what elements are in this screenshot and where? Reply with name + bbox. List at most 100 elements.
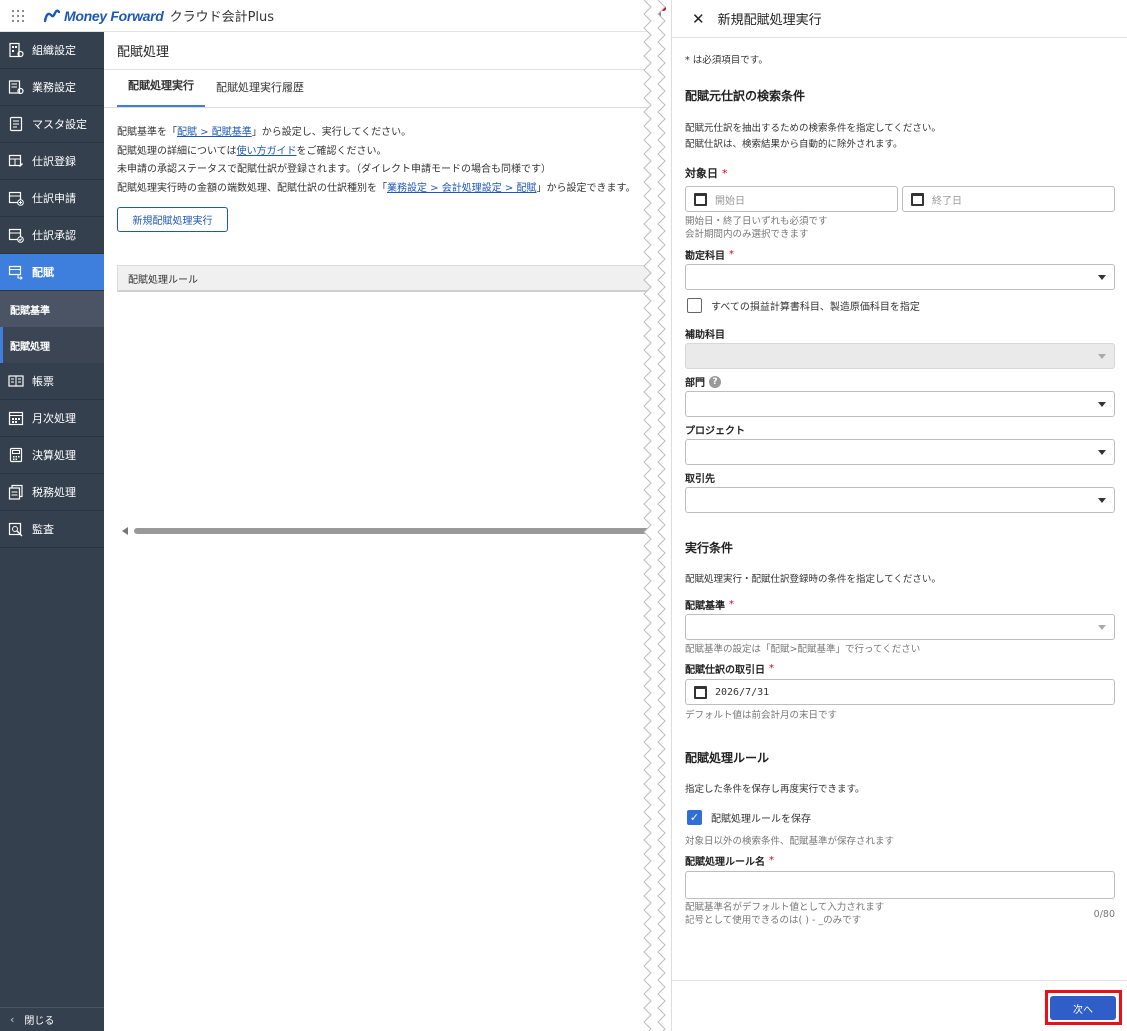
report-icon — [8, 373, 24, 389]
scrollbar-thumb[interactable] — [134, 528, 656, 534]
rule-name-hint-2: 記号として使用できるのは( ) - _のみです — [685, 915, 862, 926]
sidebar-item-label: 仕訳申請 — [32, 192, 76, 205]
end-date-input[interactable]: 終了日 — [902, 186, 1115, 212]
start-date-input[interactable]: 開始日 — [685, 186, 898, 212]
basis-select[interactable] — [685, 614, 1115, 640]
basis-label: 配賦基準 * — [685, 597, 734, 612]
sidebar-subitem-allocation-basis[interactable]: 配賦基準 — [0, 291, 104, 327]
allocation-basis-link[interactable]: 配賦 > 配賦基準 — [177, 127, 252, 138]
close-icon[interactable]: ✕ — [692, 10, 705, 28]
sidebar-item-audit[interactable]: 監査 — [0, 511, 104, 548]
sidebar-item-report[interactable]: 帳票 — [0, 363, 104, 400]
new-allocation-button[interactable]: 新規配賦処理実行 — [117, 207, 228, 232]
required-note: * は必須項目です。 — [685, 55, 768, 66]
sidebar-item-business-settings[interactable]: 業務設定 — [0, 69, 104, 106]
save-rule-hint: 対象日以外の検索条件、配賦基準が保存されます — [685, 836, 895, 847]
chevron-down-icon — [1098, 625, 1106, 630]
label-text: 対象日 — [685, 167, 718, 180]
date-hint-1: 開始日・終了日いずれも必須です — [685, 216, 828, 227]
journal-request-icon — [8, 190, 24, 206]
desc-text: をご確認ください。 — [296, 145, 387, 157]
money-forward-logo-icon — [44, 9, 60, 22]
sidebar-item-label: 配賦 — [32, 266, 54, 279]
app-logo[interactable]: Money Forward クラウド会計Plus — [44, 6, 274, 25]
page-title: 配賦処理 — [104, 32, 656, 70]
app-switcher-icon[interactable] — [12, 9, 24, 22]
sidebar-subitem-label: 配賦処理 — [10, 341, 50, 353]
next-button[interactable]: 次へ — [1050, 996, 1116, 1020]
sidebar-item-label: 帳票 — [32, 375, 54, 388]
sub-account-label: 補助科目 — [685, 330, 725, 341]
sidebar-close-button[interactable]: ‹ 閉じる — [0, 1007, 104, 1031]
chevron-down-icon — [1098, 275, 1106, 280]
txn-date-label: 配賦仕訳の取引日 * — [685, 661, 774, 676]
panel-footer: 次へ — [672, 980, 1127, 1031]
tear-separator — [643, 0, 666, 1031]
description: 配賦基準を「配賦 > 配賦基準」から設定し、実行してください。 配賦処理の詳細に… — [104, 108, 656, 198]
label-text: 配賦仕訳の取引日 — [685, 665, 765, 676]
required-mark: * — [722, 166, 728, 180]
project-label: プロジェクト — [685, 426, 745, 437]
sidebar-item-allocation[interactable]: 配賦 — [0, 254, 104, 291]
sidebar-item-closing[interactable]: 決算処理 — [0, 437, 104, 474]
department-label: 部門? — [685, 374, 721, 389]
required-mark: * — [769, 855, 774, 866]
master-settings-icon — [8, 116, 24, 132]
tab-allocation-history[interactable]: 配賦処理実行履歴 — [205, 79, 315, 107]
horizontal-scrollbar[interactable] — [122, 527, 656, 535]
department-select[interactable] — [685, 391, 1115, 417]
rule-desc: 指定した条件を保存し再度実行できます。 — [685, 784, 865, 795]
sidebar-item-label: 税務処理 — [32, 486, 76, 499]
sidebar-item-label: 組織設定 — [32, 44, 76, 57]
txn-date-value: 2026/7/31 — [715, 686, 770, 698]
label-text: 配賦基準 — [685, 601, 725, 612]
logo-product: クラウド会計Plus — [169, 10, 275, 25]
sidebar-item-label: 業務設定 — [32, 81, 76, 94]
top-bar: Money Forward クラウド会計Plus — [0, 0, 660, 32]
new-allocation-panel: ✕ 新規配賦処理実行 * は必須項目です。 配賦元仕訳の検索条件 配賦元仕訳を抽… — [671, 0, 1127, 1031]
sidebar-item-master-settings[interactable]: マスタ設定 — [0, 106, 104, 143]
rule-name-label: 配賦処理ルール名 * — [685, 853, 774, 868]
project-select[interactable] — [685, 439, 1115, 465]
usage-guide-link[interactable]: 使い方ガイド — [237, 146, 297, 157]
save-rule-option[interactable]: ✓ 配賦処理ルールを保存 — [687, 810, 811, 825]
sub-account-select — [685, 343, 1115, 369]
next-button-highlight: 次へ — [1045, 990, 1122, 1025]
accounting-settings-link[interactable]: 業務設定 > 会計処理設定 > 配賦 — [387, 183, 536, 194]
search-desc-1: 配賦元仕訳を抽出するための検索条件を指定してください。 — [685, 123, 941, 134]
sidebar-subitem-allocation-process[interactable]: 配賦処理 — [0, 327, 104, 363]
all-accounts-option[interactable]: すべての損益計算書科目、製造原価科目を指定 — [687, 298, 920, 313]
search-desc-2: 配賦仕訳は、検索結果から自動的に除外されます。 — [685, 139, 903, 150]
account-select[interactable] — [685, 264, 1115, 290]
sidebar-item-journal-entry[interactable]: 仕訳登録 — [0, 143, 104, 180]
chevron-left-icon: ‹ — [10, 1013, 15, 1026]
partner-select[interactable] — [685, 487, 1115, 513]
help-icon[interactable]: ? — [709, 375, 721, 388]
scroll-left-icon[interactable] — [122, 527, 128, 535]
sidebar-close-label: 閉じる — [24, 1016, 55, 1027]
sidebar-item-label: 決算処理 — [32, 449, 76, 462]
rule-section-heading: 配賦処理ルール — [685, 751, 770, 765]
sidebar: 組織設定 業務設定 マスタ設定 仕訳登録 仕訳申請 仕訳承認 配賦 配賦基準 配… — [0, 32, 104, 1031]
sidebar-item-org-settings[interactable]: 組織設定 — [0, 32, 104, 69]
rule-name-input[interactable] — [685, 871, 1115, 899]
all-accounts-checkbox[interactable] — [687, 298, 702, 313]
chevron-down-icon — [1098, 450, 1106, 455]
tab-allocation-execute[interactable]: 配賦処理実行 — [117, 77, 205, 107]
sidebar-item-journal-request[interactable]: 仕訳申請 — [0, 180, 104, 217]
desc-text: 配賦処理の詳細については — [117, 145, 237, 157]
start-date-placeholder: 開始日 — [715, 195, 745, 207]
txn-date-hint: デフォルト値は前会計月の末日です — [685, 710, 838, 721]
exec-section-heading: 実行条件 — [685, 541, 734, 555]
sidebar-item-monthly[interactable]: 月次処理 — [0, 400, 104, 437]
search-section-heading: 配賦元仕訳の検索条件 — [685, 89, 806, 103]
journal-entry-icon — [8, 153, 24, 169]
required-mark: * — [729, 599, 734, 610]
sidebar-subitem-label: 配賦基準 — [10, 305, 50, 317]
org-settings-icon — [8, 42, 24, 58]
calendar-icon — [911, 192, 924, 206]
save-rule-checkbox[interactable]: ✓ — [687, 810, 702, 825]
txn-date-input[interactable]: 2026/7/31 — [685, 679, 1115, 705]
sidebar-item-tax[interactable]: 税務処理 — [0, 474, 104, 511]
sidebar-item-journal-approval[interactable]: 仕訳承認 — [0, 217, 104, 254]
